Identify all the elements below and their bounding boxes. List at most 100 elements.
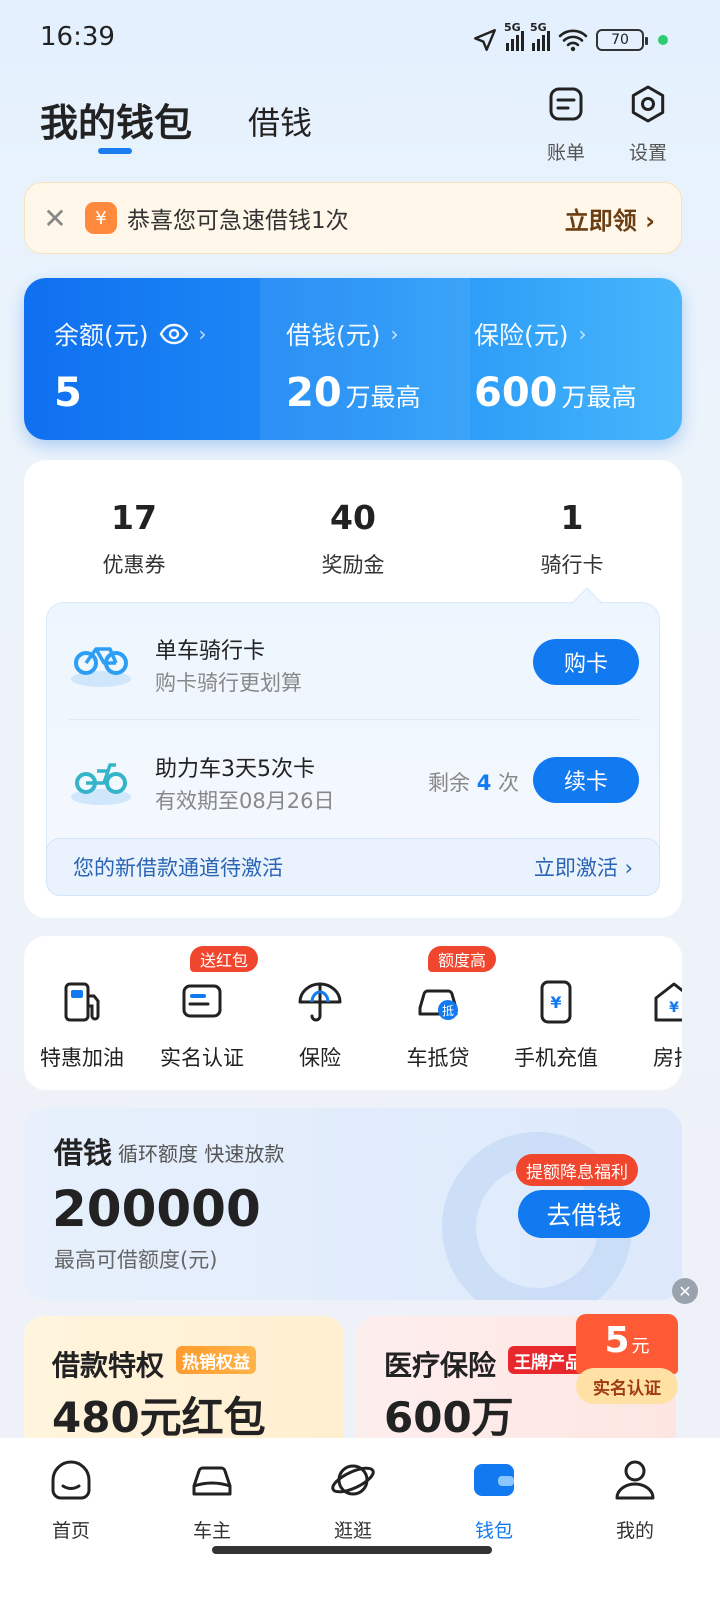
balance-section[interactable]: 余额(元) › 5 xyxy=(54,316,207,416)
promo-value: 480元红包 xyxy=(52,1393,266,1442)
realname-coupon[interactable]: 5元 实名认证 xyxy=(576,1314,678,1408)
service-label: 实名认证 xyxy=(160,1046,244,1070)
nav-home[interactable]: 首页 xyxy=(16,1456,126,1543)
borrow-value: 20 xyxy=(286,370,342,416)
bill-label: 账单 xyxy=(546,142,585,164)
borrow-label: 借钱(元) xyxy=(286,321,381,350)
service-fuel[interactable]: 特惠加油 xyxy=(24,978,142,1072)
nav-label: 车主 xyxy=(192,1520,231,1542)
insurance-value: 600 xyxy=(474,370,558,416)
service-label: 房抵 xyxy=(653,1046,682,1070)
notice-message: 恭喜您可急速借钱1次 xyxy=(127,208,349,234)
stat-rewards[interactable]: 40 奖励金 xyxy=(273,498,433,579)
activate-cta[interactable]: 立即激活 › xyxy=(534,852,633,882)
status-time: 16:39 xyxy=(40,22,115,52)
nav-label: 首页 xyxy=(51,1520,90,1542)
nav-car-owner[interactable]: 车主 xyxy=(157,1456,267,1543)
service-house-loan[interactable]: ¥ 房抵 xyxy=(614,978,682,1072)
service-realname[interactable]: 实名认证 xyxy=(142,978,262,1072)
buy-card-button[interactable]: 购卡 xyxy=(533,639,639,685)
stat-ride-cards[interactable]: 1 骑行卡 xyxy=(492,498,652,579)
insurance-unit: 万最高 xyxy=(561,383,637,412)
ride-card-title: 单车骑行卡 xyxy=(155,639,266,664)
ride-card-subtitle: 有效期至08月26日 xyxy=(155,789,335,813)
loan-promo-badge: 提额降息福利 xyxy=(516,1154,638,1186)
wallet-icon xyxy=(474,1464,514,1496)
settings-button[interactable]: 设置 xyxy=(618,84,678,165)
ride-card-subtitle: 购卡骑行更划算 xyxy=(155,671,302,695)
promo-title: 借款特权 xyxy=(52,1349,165,1382)
stat-coupons[interactable]: 17 优惠券 xyxy=(54,498,214,579)
ride-card-row[interactable]: 单车骑行卡 购卡骑行更划算 购卡 xyxy=(47,603,661,719)
close-icon[interactable]: ✕ xyxy=(25,202,85,235)
close-icon[interactable]: ✕ xyxy=(672,1278,698,1304)
ebike-icon xyxy=(71,763,131,805)
service-insurance[interactable]: 保险 xyxy=(260,978,380,1072)
eye-icon[interactable] xyxy=(159,323,189,345)
go-borrow-button[interactable]: 去借钱 xyxy=(518,1190,650,1238)
loan-subtitle: 最高可借额度(元) xyxy=(54,1248,218,1272)
promo-tag: 热销权益 xyxy=(176,1346,256,1374)
phone-topup-icon: ¥ xyxy=(540,980,572,1024)
active-tab-indicator xyxy=(98,148,132,154)
planet-icon xyxy=(331,1464,375,1496)
notice-banner[interactable]: ✕ ¥ 恭喜您可急速借钱1次 立即领 › xyxy=(24,182,682,254)
notice-cta[interactable]: 立即领 › xyxy=(565,201,655,236)
borrow-unit: 万最高 xyxy=(345,383,421,412)
money-bag-icon: ¥ xyxy=(85,202,117,234)
borrow-section[interactable]: 借钱(元) › 20 万最高 xyxy=(286,316,421,416)
nav-browse[interactable]: 逛逛 xyxy=(298,1456,408,1543)
renew-card-button[interactable]: 续卡 xyxy=(533,757,639,803)
service-badge: 送红包 xyxy=(190,946,259,972)
bill-icon xyxy=(549,87,583,121)
bill-button[interactable]: 账单 xyxy=(536,84,596,165)
chevron-right-icon: › xyxy=(390,322,399,346)
svg-text:抵: 抵 xyxy=(442,1004,454,1018)
fuel-pump-icon xyxy=(64,982,100,1022)
service-phone-topup[interactable]: ¥ 手机充值 xyxy=(496,978,616,1072)
loan-title: 借钱 xyxy=(54,1136,113,1170)
promo-value: 600万 xyxy=(384,1393,514,1442)
tab-my-wallet[interactable]: 我的钱包 xyxy=(40,92,192,147)
service-car-loan[interactable]: 抵 车抵贷 xyxy=(378,978,498,1072)
stat-label: 奖励金 xyxy=(321,553,385,577)
car-icon xyxy=(192,1466,232,1496)
stat-value: 40 xyxy=(330,498,376,537)
promo-card-loan-privilege[interactable]: 借款特权 热销权益 480元红包 xyxy=(24,1316,344,1456)
activate-loan-bar[interactable]: 您的新借款通道待激活 立即激活 › xyxy=(46,838,660,896)
coupon-unit: 元 xyxy=(631,1336,650,1357)
coupon-amount: 5 xyxy=(604,1320,630,1361)
activate-text: 您的新借款通道待激活 xyxy=(73,856,283,880)
loan-card[interactable]: 借钱 循环额度 快速放款 200000 最高可借额度(元) 去借钱 提额降息福利 xyxy=(24,1108,682,1300)
wifi-icon xyxy=(558,29,588,52)
umbrella-icon xyxy=(298,982,342,1022)
balance-value: 5 xyxy=(54,370,82,416)
ride-card-title: 助力车3天5次卡 xyxy=(155,757,315,782)
gear-icon xyxy=(631,85,665,123)
stat-label: 骑行卡 xyxy=(540,553,604,577)
nav-label: 我的 xyxy=(615,1520,654,1542)
svg-text:¥: ¥ xyxy=(550,993,561,1012)
service-label: 保险 xyxy=(299,1046,341,1070)
home-indicator[interactable] xyxy=(212,1546,492,1554)
svg-text:¥: ¥ xyxy=(669,1000,679,1016)
stat-value: 1 xyxy=(560,498,584,537)
service-label: 车抵贷 xyxy=(406,1046,470,1070)
insurance-section[interactable]: 保险(元) › 600 万最高 xyxy=(474,316,637,416)
asset-summary-card: 余额(元) › 5 借钱(元) › 20 万最高 保险(元) › 600 万最高 xyxy=(24,278,682,440)
tab-borrow[interactable]: 借钱 xyxy=(248,98,312,144)
bicycle-icon xyxy=(71,647,131,687)
location-arrow-icon xyxy=(474,29,496,51)
car-loan-icon: 抵 xyxy=(418,989,458,1020)
promo-title: 医疗保险 xyxy=(384,1349,497,1382)
person-icon xyxy=(615,1460,655,1500)
coupon-label: 实名认证 xyxy=(576,1368,678,1404)
ride-card-row[interactable]: 助力车3天5次卡 有效期至08月26日 剩余 4 次 续卡 xyxy=(47,721,661,837)
privacy-dot xyxy=(658,35,668,45)
nav-wallet[interactable]: 钱包 xyxy=(439,1456,549,1543)
remaining-count: 剩余 4 次 xyxy=(428,771,519,795)
chevron-right-icon: › xyxy=(578,322,587,346)
chevron-right-icon: › xyxy=(198,322,207,346)
divider xyxy=(69,719,639,720)
nav-me[interactable]: 我的 xyxy=(580,1456,690,1543)
